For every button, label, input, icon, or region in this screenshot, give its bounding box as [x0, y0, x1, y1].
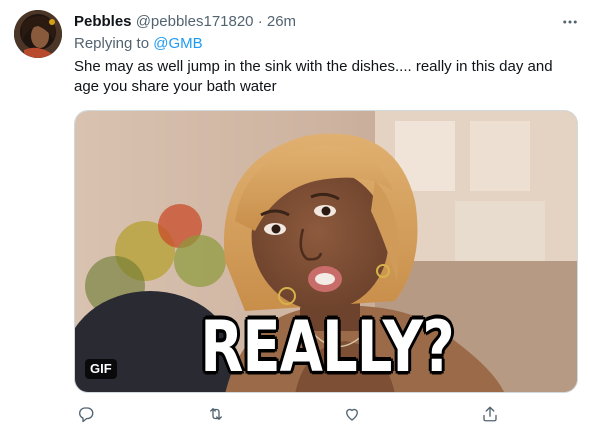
timestamp[interactable]: 26m [267, 13, 296, 30]
share-icon [483, 406, 497, 422]
heart-icon [346, 408, 358, 421]
more-button[interactable] [558, 10, 582, 34]
replying-to: Replying to @GMB [74, 34, 203, 54]
display-name[interactable]: Pebbles [74, 13, 132, 30]
tweet-text: She may as well jump in the sink with th… [74, 58, 553, 95]
avatar[interactable] [14, 10, 62, 58]
gif-caption: REALLY? [200, 307, 454, 389]
share-button[interactable] [478, 402, 502, 426]
reply-button[interactable] [74, 402, 98, 426]
tweet-header: Pebbles @pebbles171820 · 26m [74, 12, 296, 32]
tweet: Pebbles @pebbles171820 · 26m Replying to… [0, 0, 589, 433]
retweet-icon [210, 408, 222, 420]
avatar-image [14, 10, 62, 58]
more-horizontal-icon [563, 20, 577, 24]
reply-icon [79, 407, 94, 423]
gif-media[interactable]: REALLY? GIF [74, 110, 578, 393]
like-button[interactable] [340, 402, 364, 426]
action-bar [74, 402, 554, 426]
separator: · [257, 13, 263, 30]
handle[interactable]: @pebbles171820 [136, 13, 254, 30]
replying-mention-link[interactable]: @GMB [153, 35, 202, 52]
retweet-button[interactable] [204, 402, 228, 426]
replying-label: Replying to [74, 35, 154, 52]
gif-badge: GIF [85, 359, 117, 379]
